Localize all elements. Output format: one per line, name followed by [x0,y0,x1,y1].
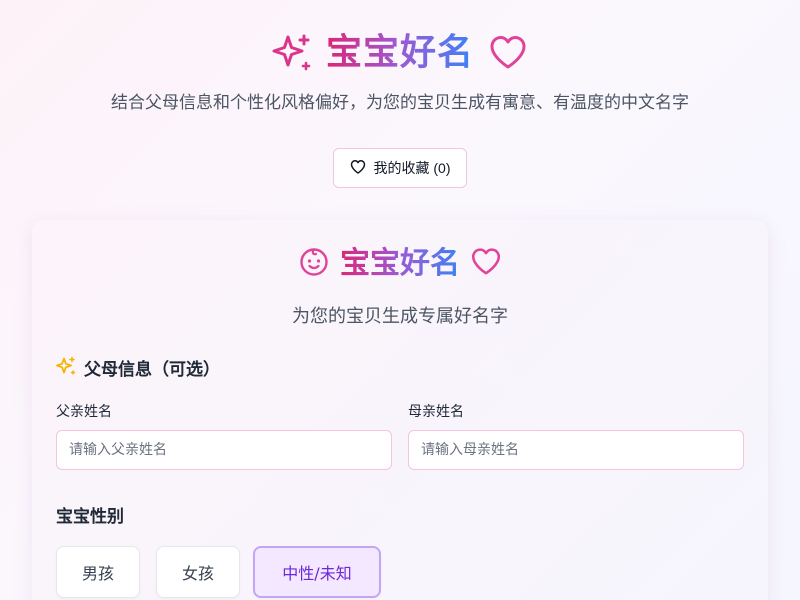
father-name-input[interactable] [56,430,392,470]
card-subtitle: 为您的宝贝生成专属好名字 [292,306,508,327]
card-heading: 宝宝好名 [340,244,460,284]
hero-title: 宝宝好名 [0,30,800,76]
gender-option-girl[interactable]: 女孩 [156,546,240,598]
gender-section-heading: 宝宝性别 [56,507,124,527]
page-title: 宝宝好名 [326,30,474,76]
card-title: 宝宝好名 [32,244,768,284]
gender-option-label: 中性/未知 [282,564,352,583]
heart-icon [470,246,502,282]
mother-name-input[interactable] [408,430,744,470]
mother-name-label: 母亲姓名 [408,404,464,420]
naming-card: 宝宝好名 为您的宝贝生成专属好名字 父母信息（可选） 父亲姓名 母亲姓名 宝宝性… [32,220,768,600]
gender-option-label: 女孩 [181,564,214,583]
sparkles-icon [272,33,312,73]
parents-section-heading: 父母信息（可选） [56,356,220,384]
favorites-label: 我的收藏 (0) [373,160,451,176]
heart-outline-icon [350,159,366,178]
gender-option-boy[interactable]: 男孩 [56,546,140,598]
gender-option-neutral[interactable]: 中性/未知 [253,546,381,598]
parents-section-label: 父母信息（可选） [84,360,220,380]
favorites-button[interactable]: 我的收藏 (0) [333,148,467,188]
heart-icon [488,33,528,73]
page-subtitle: 结合父母信息和个性化风格偏好，为您的宝贝生成有寓意、有温度的中文名字 [111,93,689,113]
father-name-label: 父亲姓名 [56,404,112,420]
baby-face-icon [298,246,330,282]
sparkles-icon [56,356,76,384]
gender-option-label: 男孩 [81,564,114,583]
